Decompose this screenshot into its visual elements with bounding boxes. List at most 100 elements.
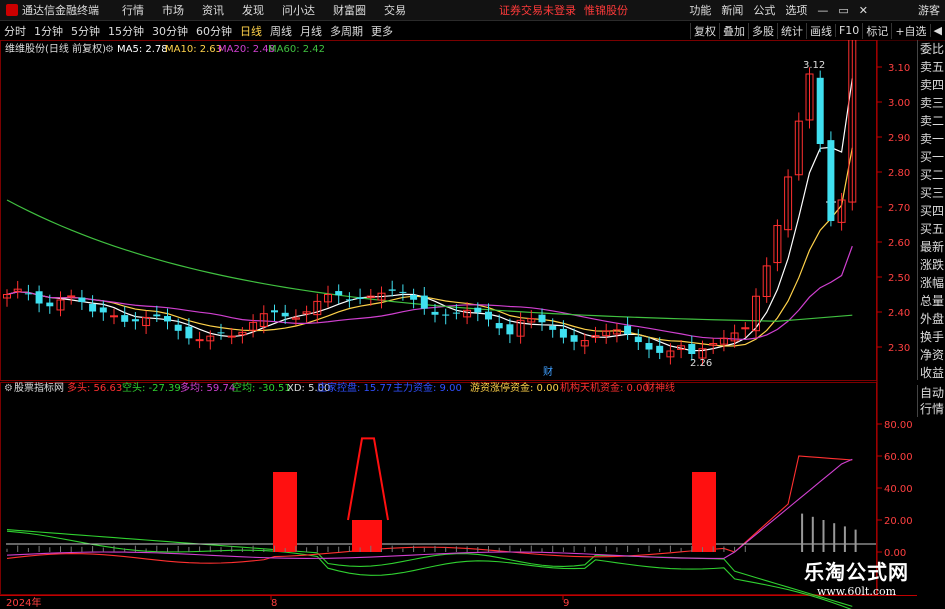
menu-gongneng[interactable]: 功能	[684, 2, 716, 18]
candle-body-down	[570, 335, 578, 342]
tool-biaoji[interactable]: 标记	[862, 22, 891, 39]
candle-body-down	[78, 297, 86, 303]
period-daily[interactable]: 日线	[236, 23, 266, 39]
side-item[interactable]: 卖四	[918, 76, 945, 94]
side-item[interactable]: 买四	[918, 202, 945, 220]
side-item[interactable]: 卖二	[918, 112, 945, 130]
candle-body-down	[549, 325, 557, 330]
menu-faxian[interactable]: 发现	[233, 2, 273, 18]
period-monthly[interactable]: 月线	[296, 23, 326, 39]
candle-body-down	[281, 312, 289, 317]
candle-body-down	[816, 77, 824, 144]
tool-fuquan[interactable]: 复权	[689, 22, 719, 39]
candle-body-down	[185, 326, 193, 339]
price-panel-title: 维维股份(日线 前复权)	[5, 42, 106, 55]
menu-jiaoyi[interactable]: 交易	[375, 2, 415, 18]
side-item[interactable]: 换手	[918, 328, 945, 346]
menu-hangqing[interactable]: 行情	[113, 2, 153, 18]
side-item[interactable]: 收益	[918, 364, 945, 382]
period-toolbar: 分时 1分钟 5分钟 15分钟 30分钟 60分钟 日线 周线 月线 多周期 更…	[0, 21, 945, 41]
period-60min[interactable]: 60分钟	[192, 23, 236, 39]
signal-bar	[692, 472, 716, 552]
auto-quote-item[interactable]: 自动	[918, 385, 945, 401]
menu-xinwen[interactable]: 新闻	[716, 2, 748, 18]
collapse-icon[interactable]: ◀	[929, 24, 945, 37]
tool-f10[interactable]: F10	[834, 24, 862, 37]
menu-wenxiaoda[interactable]: 问小达	[273, 2, 324, 18]
side-item[interactable]: 最新	[918, 238, 945, 256]
side-item[interactable]: 外盘	[918, 310, 945, 328]
restore-icon[interactable]: ▭	[833, 4, 853, 17]
candle-body-down	[345, 299, 353, 301]
period-30min[interactable]: 30分钟	[148, 23, 192, 39]
side-item[interactable]: 净资	[918, 346, 945, 364]
period-5min[interactable]: 5分钟	[67, 23, 104, 39]
indicator-panel-border	[0, 382, 877, 595]
side-item[interactable]: 买三	[918, 184, 945, 202]
menu-caifuquan[interactable]: 财富圈	[324, 2, 375, 18]
candle-body-down	[634, 336, 642, 343]
tool-huaxian[interactable]: 画线	[805, 22, 835, 39]
period-1min[interactable]: 1分钟	[30, 23, 67, 39]
period-multi[interactable]: 多周期	[326, 23, 367, 39]
side-item[interactable]: 卖三	[918, 94, 945, 112]
side-item[interactable]: 买二	[918, 166, 945, 184]
candle-body-down	[24, 293, 32, 295]
ma5-line	[6, 78, 853, 352]
period-more[interactable]: 更多	[367, 23, 397, 39]
side-item[interactable]: 涨幅	[918, 274, 945, 292]
candle-body-down	[356, 297, 364, 299]
menu-gongshi[interactable]: 公式	[748, 2, 780, 18]
x-axis-label-sep: 9	[563, 598, 569, 609]
ma60-label: MA60: 2.42	[268, 44, 325, 55]
price-tick: 2.80	[888, 168, 910, 179]
chart-area[interactable]: 维维股份(日线 前复权) ⚙ MA5: 2.78 MA10: 2.63 MA20…	[0, 40, 917, 609]
menu-bar: 通达信金融终端 行情 市场 资讯 发现 问小达 财富圈 交易 证券交易未登录 惟…	[0, 0, 945, 21]
auto-quote-item[interactable]: 行情	[918, 401, 945, 417]
app-brand[interactable]: 通达信金融终端	[0, 2, 113, 18]
candle-body-down	[538, 314, 546, 323]
indicator-bars	[6, 437, 857, 552]
candle-body-down	[335, 291, 343, 296]
candle-body-down	[485, 311, 492, 320]
close-icon[interactable]: ✕	[854, 4, 873, 17]
watermark-url: www.60lt.com	[816, 585, 897, 598]
menu-zixun[interactable]: 资讯	[193, 2, 233, 18]
period-weekly[interactable]: 周线	[266, 23, 296, 39]
menu-xuanxiang[interactable]: 选项	[780, 2, 812, 18]
candle-body-up	[195, 339, 204, 342]
candle-body-up	[110, 315, 118, 318]
side-item[interactable]: 总量	[918, 292, 945, 310]
side-item[interactable]: 买五	[918, 220, 945, 238]
menu-shichang[interactable]: 市场	[153, 2, 193, 18]
watermark-title: 乐淘公式网	[804, 560, 909, 584]
side-item[interactable]: 委比	[918, 40, 945, 58]
period-fenshi[interactable]: 分时	[0, 23, 30, 39]
indicator-label-caishen: 财神线	[645, 381, 675, 394]
indicator-label-zhuli: 主力资金: 9.00	[393, 381, 462, 394]
side-item[interactable]: 卖五	[918, 58, 945, 76]
period-15min[interactable]: 15分钟	[104, 23, 148, 39]
app-title: 通达信金融终端	[22, 4, 99, 17]
event-marker[interactable]: 财	[543, 365, 553, 378]
side-item[interactable]: 卖一	[918, 130, 945, 148]
indicator-gear-icon[interactable]: ⚙	[4, 383, 13, 394]
tool-tongji[interactable]: 统计	[776, 22, 806, 39]
user-label[interactable]: 游客	[913, 2, 945, 18]
candle-body-down	[153, 314, 161, 317]
ma20-label: MA20: 2.48	[218, 44, 275, 55]
tool-duogu[interactable]: 多股	[747, 22, 777, 39]
candle-body-down	[474, 307, 482, 313]
login-notice[interactable]: 证券交易未登录	[495, 2, 580, 18]
price-tick: 2.60	[888, 238, 910, 249]
tool-diejia[interactable]: 叠加	[718, 22, 748, 39]
tool-zixuan[interactable]: +自选	[891, 22, 929, 39]
ma60-line	[6, 199, 853, 322]
settings-gear-icon[interactable]: ⚙	[105, 44, 114, 55]
candle-body-down	[506, 324, 514, 335]
minimize-icon[interactable]: —	[812, 4, 833, 17]
price-tick: 3.00	[888, 98, 910, 109]
side-item[interactable]: 涨跌	[918, 256, 945, 274]
side-item[interactable]: 买一	[918, 148, 945, 166]
stock-name-header: 惟锦股份	[584, 4, 628, 17]
